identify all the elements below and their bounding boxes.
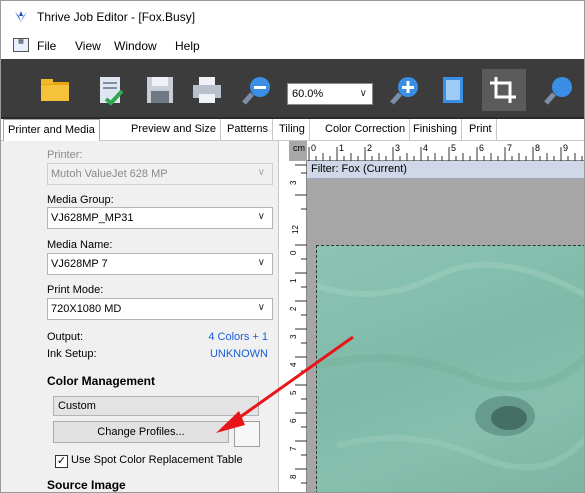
crop-icon [490, 77, 516, 103]
hruler-label: 4 [423, 143, 428, 153]
filter-title: Filter: Fox (Current) [311, 163, 407, 175]
tab-print[interactable]: Print [465, 119, 497, 141]
spot-color-label: Use Spot Color Replacement Table [71, 454, 243, 466]
hruler-label: 0 [311, 143, 316, 153]
hruler-label: 7 [507, 143, 512, 153]
hruler-label: 5 [451, 143, 456, 153]
vruler-label: 4 [289, 362, 298, 367]
color-profile-value: Custom [58, 400, 96, 412]
output-label: Output: [47, 331, 84, 343]
ink-setup-label: Ink Setup: [47, 348, 97, 360]
media-group-label: Media Group: [47, 194, 114, 206]
printer-label: Printer: [47, 149, 83, 161]
vertical-ruler-ticks: 3 12 0 1 2 3 4 5 6 7 8 [289, 164, 307, 484]
tab-patterns[interactable]: Patterns [223, 119, 273, 141]
save-icon[interactable] [142, 73, 178, 107]
print-icon[interactable] [189, 73, 225, 107]
vruler-label: 0 [289, 250, 298, 255]
output-value-link[interactable]: 4 Colors + 1 [208, 331, 268, 343]
menu-help[interactable]: Help [175, 39, 200, 53]
vruler-label: 5 [289, 390, 298, 395]
open-folder-icon[interactable] [37, 73, 73, 107]
fox-image-preview[interactable] [316, 245, 584, 492]
zoom-out-icon[interactable] [239, 73, 275, 107]
horizontal-ruler: 0 1 2 3 4 5 6 7 8 9 [307, 141, 584, 161]
printer-media-panel: Printer: Mutoh ValueJet 628 MP ∨ Media G… [1, 141, 279, 492]
printer-select: Mutoh ValueJet 628 MP ∨ [47, 163, 273, 185]
hruler-label: 2 [367, 143, 372, 153]
hruler-label: 3 [395, 143, 400, 153]
menu-window[interactable]: Window [114, 39, 157, 53]
media-group-select[interactable]: VJ628MP_MP31 ∨ [47, 207, 273, 229]
tab-tiling[interactable]: Tiling [275, 119, 310, 141]
horizontal-ruler-ticks: 0 1 2 3 4 5 6 7 8 9 [308, 143, 583, 161]
filter-header: Filter: Fox (Current) [307, 161, 584, 179]
vertical-ruler: 3 12 0 1 2 3 4 5 6 7 8 [289, 161, 307, 492]
color-management-heading: Color Management [47, 374, 156, 388]
vruler-label: 1 [289, 278, 298, 283]
print-mode-label: Print Mode: [47, 284, 104, 296]
vruler-label: 7 [289, 446, 298, 451]
crop-button[interactable] [482, 69, 526, 111]
printer-value: Mutoh ValueJet 628 MP [51, 168, 168, 180]
hruler-label: 6 [479, 143, 484, 153]
print-mode-select[interactable]: 720X1080 MD ∨ [47, 298, 273, 320]
hruler-label: 8 [535, 143, 540, 153]
chevron-down-icon: ∨ [257, 211, 265, 222]
media-group-value: VJ628MP_MP31 [51, 212, 134, 224]
media-name-value: VJ628MP 7 [51, 258, 108, 270]
vruler-label: 12 [291, 225, 300, 234]
fox-image-texture [317, 261, 584, 471]
thrive-logo-icon [15, 11, 27, 22]
tab-preview-and-size[interactable]: Preview and Size [127, 119, 221, 141]
menu-view[interactable]: View [75, 39, 101, 53]
media-name-select[interactable]: VJ628MP 7 ∨ [47, 253, 273, 275]
title-bar: Thrive Job Editor - [Fox.Busy] [1, 1, 584, 33]
tab-printer-and-media[interactable]: Printer and Media [3, 119, 100, 142]
hruler-label: 1 [339, 143, 344, 153]
chevron-down-icon: ∨ [257, 257, 265, 268]
menu-bar: ▦ File View Window Help [1, 33, 584, 59]
zoom-in-icon[interactable] [387, 73, 423, 107]
chevron-down-icon: ∨ [257, 167, 265, 178]
tab-color-correction[interactable]: Color Correction [321, 119, 411, 141]
menu-file[interactable]: File [37, 39, 56, 53]
ruler-unit-label: cm [293, 143, 305, 153]
zoom-tool-icon[interactable] [541, 73, 577, 107]
media-name-label: Media Name: [47, 239, 113, 251]
toolbar: 60.0% ∨ [1, 59, 584, 119]
zoom-level-select[interactable]: 60.0% ∨ [287, 83, 373, 105]
print-mode-value: 720X1080 MD [51, 303, 122, 315]
vruler-label: 3 [289, 334, 298, 339]
document-menu-icon[interactable]: ▦ [13, 38, 29, 52]
job-properties-icon[interactable] [92, 73, 128, 107]
tab-finishing[interactable]: Finishing [409, 119, 463, 141]
chevron-down-icon: ∨ [359, 88, 367, 99]
change-profiles-button[interactable]: Change Profiles... [53, 421, 229, 443]
spot-color-checkbox[interactable]: ✓ [55, 455, 68, 468]
app-window: Thrive Job Editor - [Fox.Busy] ▦ File Vi… [0, 0, 585, 493]
profile-color-swatch[interactable] [234, 421, 260, 447]
ink-setup-value-link[interactable]: UNKNOWN [210, 348, 268, 360]
window-title: Thrive Job Editor - [Fox.Busy] [37, 10, 196, 24]
source-image-heading: Source Image [47, 478, 126, 492]
zoom-level-value: 60.0% [292, 88, 324, 100]
vruler-label: 6 [289, 418, 298, 423]
vruler-label: 3 [289, 180, 298, 185]
fit-page-icon[interactable] [435, 73, 471, 107]
hruler-label: 9 [563, 143, 568, 153]
vruler-label: 2 [289, 306, 298, 311]
color-profile-field: Custom [53, 396, 259, 416]
vruler-label: 8 [289, 474, 298, 479]
tab-bar: Printer and Media Preview and Size Patte… [1, 119, 584, 142]
chevron-down-icon: ∨ [257, 302, 265, 313]
